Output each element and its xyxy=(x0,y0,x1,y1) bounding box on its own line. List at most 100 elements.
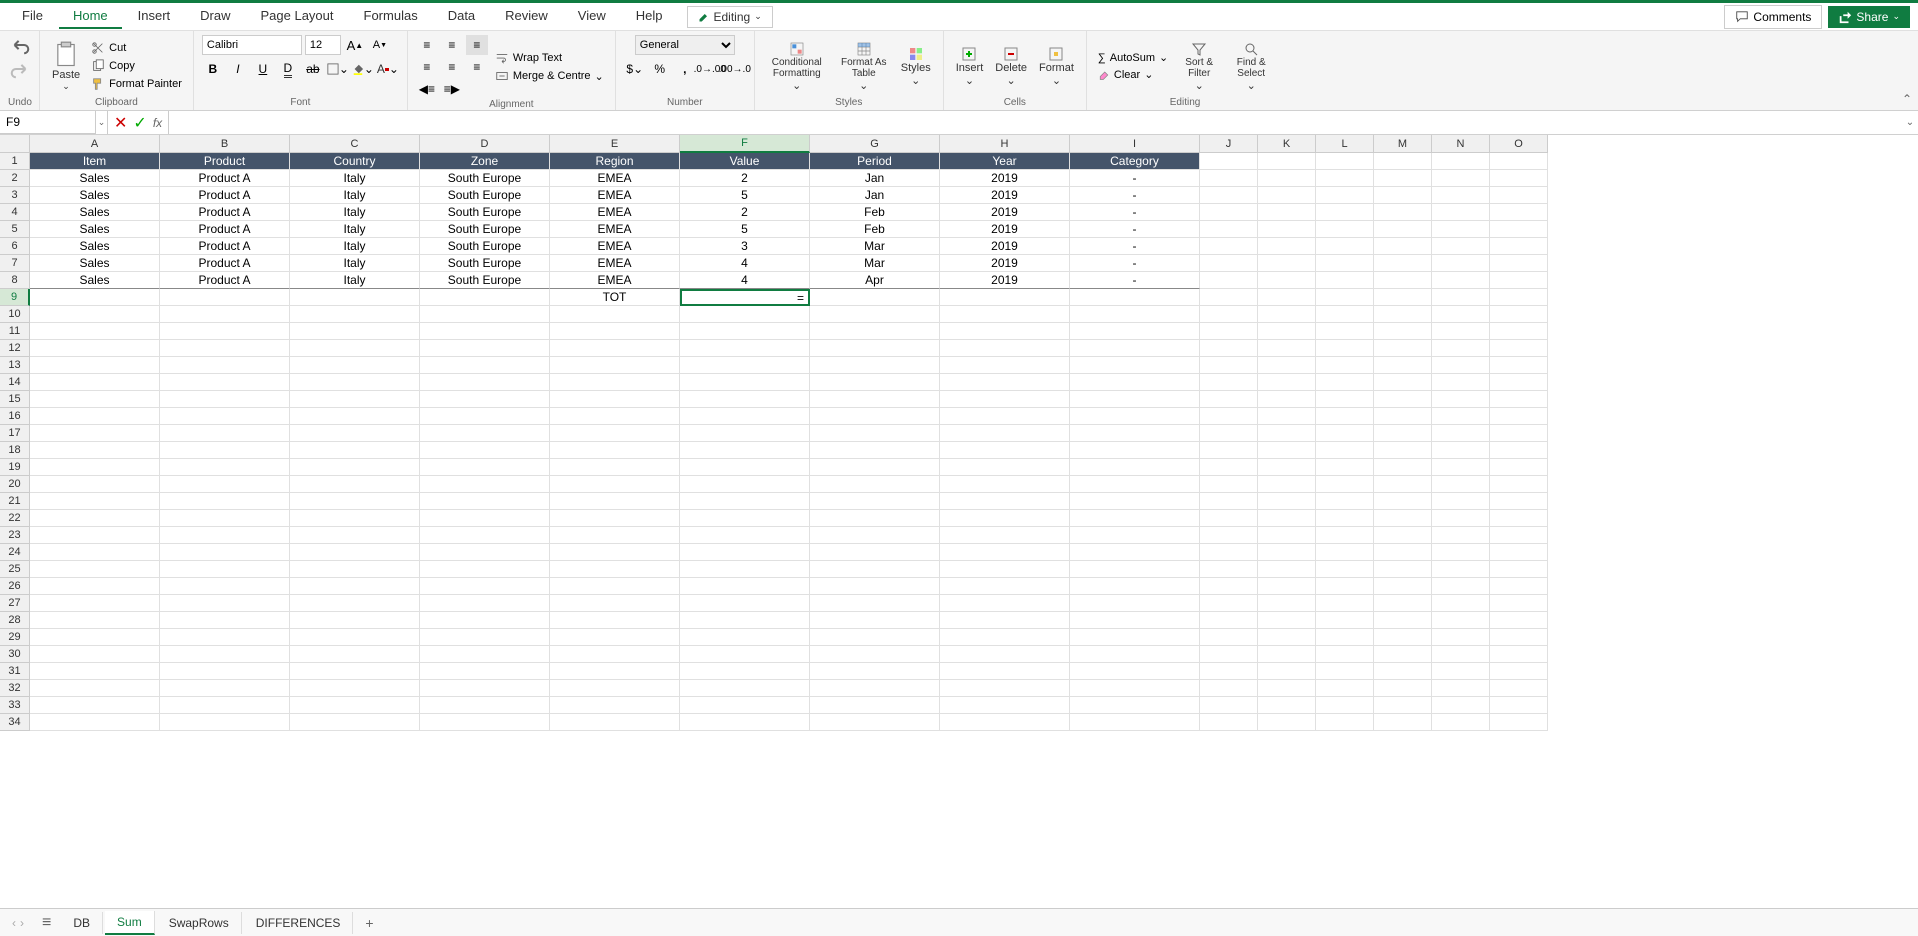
cell-A12[interactable] xyxy=(30,340,160,357)
row-header-1[interactable]: 1 xyxy=(0,153,30,170)
sheet-tab-sum[interactable]: Sum xyxy=(105,911,155,935)
cell-G4[interactable]: Feb xyxy=(810,204,940,221)
cell-L4[interactable] xyxy=(1316,204,1374,221)
cell-E10[interactable] xyxy=(550,306,680,323)
align-top-button[interactable]: ≡ xyxy=(416,35,438,55)
cell-L34[interactable] xyxy=(1316,714,1374,731)
cell-E32[interactable] xyxy=(550,680,680,697)
cell-D3[interactable]: South Europe xyxy=(420,187,550,204)
cell-I30[interactable] xyxy=(1070,646,1200,663)
cell-F7[interactable]: 4 xyxy=(680,255,810,272)
cell-A34[interactable] xyxy=(30,714,160,731)
cell-M22[interactable] xyxy=(1374,510,1432,527)
col-header-B[interactable]: B xyxy=(160,135,290,153)
cell-C10[interactable] xyxy=(290,306,420,323)
cell-N29[interactable] xyxy=(1432,629,1490,646)
clear-button[interactable]: Clear ⌄ xyxy=(1095,67,1171,82)
cell-H26[interactable] xyxy=(940,578,1070,595)
cell-L31[interactable] xyxy=(1316,663,1374,680)
cell-A23[interactable] xyxy=(30,527,160,544)
cell-J3[interactable] xyxy=(1200,187,1258,204)
cell-F24[interactable] xyxy=(680,544,810,561)
cell-B6[interactable]: Product A xyxy=(160,238,290,255)
cell-G2[interactable]: Jan xyxy=(810,170,940,187)
cell-E2[interactable]: EMEA xyxy=(550,170,680,187)
cell-N7[interactable] xyxy=(1432,255,1490,272)
tab-draw[interactable]: Draw xyxy=(186,4,244,29)
cell-E33[interactable] xyxy=(550,697,680,714)
cell-B9[interactable] xyxy=(160,289,290,306)
cell-C30[interactable] xyxy=(290,646,420,663)
cell-D22[interactable] xyxy=(420,510,550,527)
cell-H8[interactable]: 2019 xyxy=(940,272,1070,289)
row-header-16[interactable]: 16 xyxy=(0,408,30,425)
cell-F33[interactable] xyxy=(680,697,810,714)
cell-L5[interactable] xyxy=(1316,221,1374,238)
cell-O18[interactable] xyxy=(1490,442,1548,459)
cell-B33[interactable] xyxy=(160,697,290,714)
cell-N12[interactable] xyxy=(1432,340,1490,357)
row-header-12[interactable]: 12 xyxy=(0,340,30,357)
comma-button[interactable]: , xyxy=(674,59,696,79)
row-header-33[interactable]: 33 xyxy=(0,697,30,714)
cell-I23[interactable] xyxy=(1070,527,1200,544)
add-sheet-button[interactable]: + xyxy=(355,911,383,935)
cell-C32[interactable] xyxy=(290,680,420,697)
cell-L30[interactable] xyxy=(1316,646,1374,663)
cell-M10[interactable] xyxy=(1374,306,1432,323)
cell-G8[interactable]: Apr xyxy=(810,272,940,289)
cell-M16[interactable] xyxy=(1374,408,1432,425)
cell-A14[interactable] xyxy=(30,374,160,391)
cell-F8[interactable]: 4 xyxy=(680,272,810,289)
cell-E5[interactable]: EMEA xyxy=(550,221,680,238)
cell-F32[interactable] xyxy=(680,680,810,697)
cell-G17[interactable] xyxy=(810,425,940,442)
row-header-7[interactable]: 7 xyxy=(0,255,30,272)
cell-F19[interactable] xyxy=(680,459,810,476)
cell-G24[interactable] xyxy=(810,544,940,561)
tab-data[interactable]: Data xyxy=(434,4,489,29)
cell-D2[interactable]: South Europe xyxy=(420,170,550,187)
cell-A9[interactable] xyxy=(30,289,160,306)
cell-B29[interactable] xyxy=(160,629,290,646)
cell-J7[interactable] xyxy=(1200,255,1258,272)
cell-H24[interactable] xyxy=(940,544,1070,561)
cell-I21[interactable] xyxy=(1070,493,1200,510)
cell-B2[interactable]: Product A xyxy=(160,170,290,187)
cell-N14[interactable] xyxy=(1432,374,1490,391)
row-header-18[interactable]: 18 xyxy=(0,442,30,459)
cell-M28[interactable] xyxy=(1374,612,1432,629)
cell-A8[interactable]: Sales xyxy=(30,272,160,289)
wrap-text-button[interactable]: Wrap Text xyxy=(492,50,607,66)
sheet-tab-differences[interactable]: DIFFERENCES xyxy=(244,912,354,934)
cell-A16[interactable] xyxy=(30,408,160,425)
cell-B7[interactable]: Product A xyxy=(160,255,290,272)
cell-A24[interactable] xyxy=(30,544,160,561)
cell-F26[interactable] xyxy=(680,578,810,595)
cell-I27[interactable] xyxy=(1070,595,1200,612)
cell-B23[interactable] xyxy=(160,527,290,544)
cell-H20[interactable] xyxy=(940,476,1070,493)
cell-M5[interactable] xyxy=(1374,221,1432,238)
cell-C7[interactable]: Italy xyxy=(290,255,420,272)
cell-J15[interactable] xyxy=(1200,391,1258,408)
cell-C34[interactable] xyxy=(290,714,420,731)
row-header-30[interactable]: 30 xyxy=(0,646,30,663)
delete-cells-button[interactable]: Delete⌄ xyxy=(991,44,1031,89)
col-header-N[interactable]: N xyxy=(1432,135,1490,153)
cell-H23[interactable] xyxy=(940,527,1070,544)
cell-C26[interactable] xyxy=(290,578,420,595)
cell-C24[interactable] xyxy=(290,544,420,561)
cell-H12[interactable] xyxy=(940,340,1070,357)
cell-N10[interactable] xyxy=(1432,306,1490,323)
cell-C13[interactable] xyxy=(290,357,420,374)
cell-L29[interactable] xyxy=(1316,629,1374,646)
cell-L28[interactable] xyxy=(1316,612,1374,629)
cell-J28[interactable] xyxy=(1200,612,1258,629)
cell-I22[interactable] xyxy=(1070,510,1200,527)
cell-I13[interactable] xyxy=(1070,357,1200,374)
cell-G27[interactable] xyxy=(810,595,940,612)
cell-styles-button[interactable]: Styles ⌄ xyxy=(897,44,935,89)
cell-E11[interactable] xyxy=(550,323,680,340)
cell-N24[interactable] xyxy=(1432,544,1490,561)
